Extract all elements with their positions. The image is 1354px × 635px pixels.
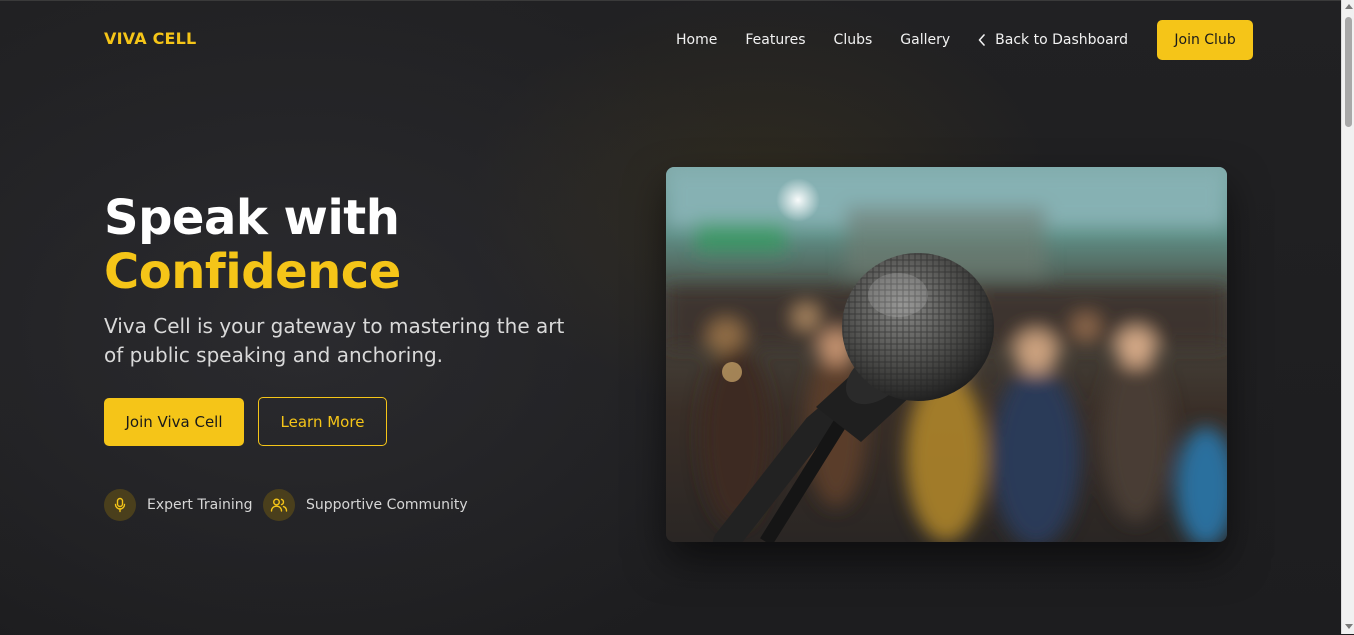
back-to-dashboard-link[interactable]: Back to Dashboard (978, 32, 1128, 48)
page-scrollbar[interactable] (1341, 0, 1354, 634)
feature-expert-training: Expert Training (104, 489, 253, 521)
top-nav: Home Features Clubs Gallery Back to Dash… (676, 20, 1254, 60)
feature-label: Supportive Community (306, 497, 468, 513)
feature-icon-badge (104, 489, 136, 521)
users-icon (270, 498, 288, 512)
join-club-button[interactable]: Join Club (1157, 20, 1254, 60)
hero-title-line2: Confidence (104, 244, 401, 300)
microphone-photo (666, 167, 1227, 542)
hero-subtitle: Viva Cell is your gateway to mastering t… (104, 314, 565, 367)
nav-item-gallery[interactable]: Gallery (900, 32, 950, 48)
back-to-dashboard-label: Back to Dashboard (995, 32, 1129, 48)
scrollbar-thumb[interactable] (1345, 17, 1352, 127)
feature-icon-badge (263, 489, 295, 521)
learn-more-button[interactable]: Learn More (258, 397, 387, 446)
join-viva-cell-button[interactable]: Join Viva Cell (104, 398, 244, 446)
hero-title-line1: Speak with (104, 190, 400, 246)
scroll-up-arrow-icon[interactable] (1345, 4, 1353, 9)
brand-logo[interactable]: VIVA CELL (104, 29, 196, 48)
microphone-icon (114, 497, 126, 513)
chevron-left-icon (978, 34, 985, 46)
feature-label: Expert Training (147, 497, 253, 513)
nav-item-clubs[interactable]: Clubs (834, 32, 873, 48)
hero-image (666, 167, 1227, 542)
hero-title: Speak with Confidence (104, 191, 401, 299)
nav-item-home[interactable]: Home (676, 32, 717, 48)
scroll-down-arrow-icon[interactable] (1345, 624, 1353, 629)
page: VIVA CELL Home Features Clubs Gallery Ba… (0, 0, 1341, 635)
nav-item-features[interactable]: Features (745, 32, 805, 48)
feature-supportive-community: Supportive Community (263, 489, 468, 521)
